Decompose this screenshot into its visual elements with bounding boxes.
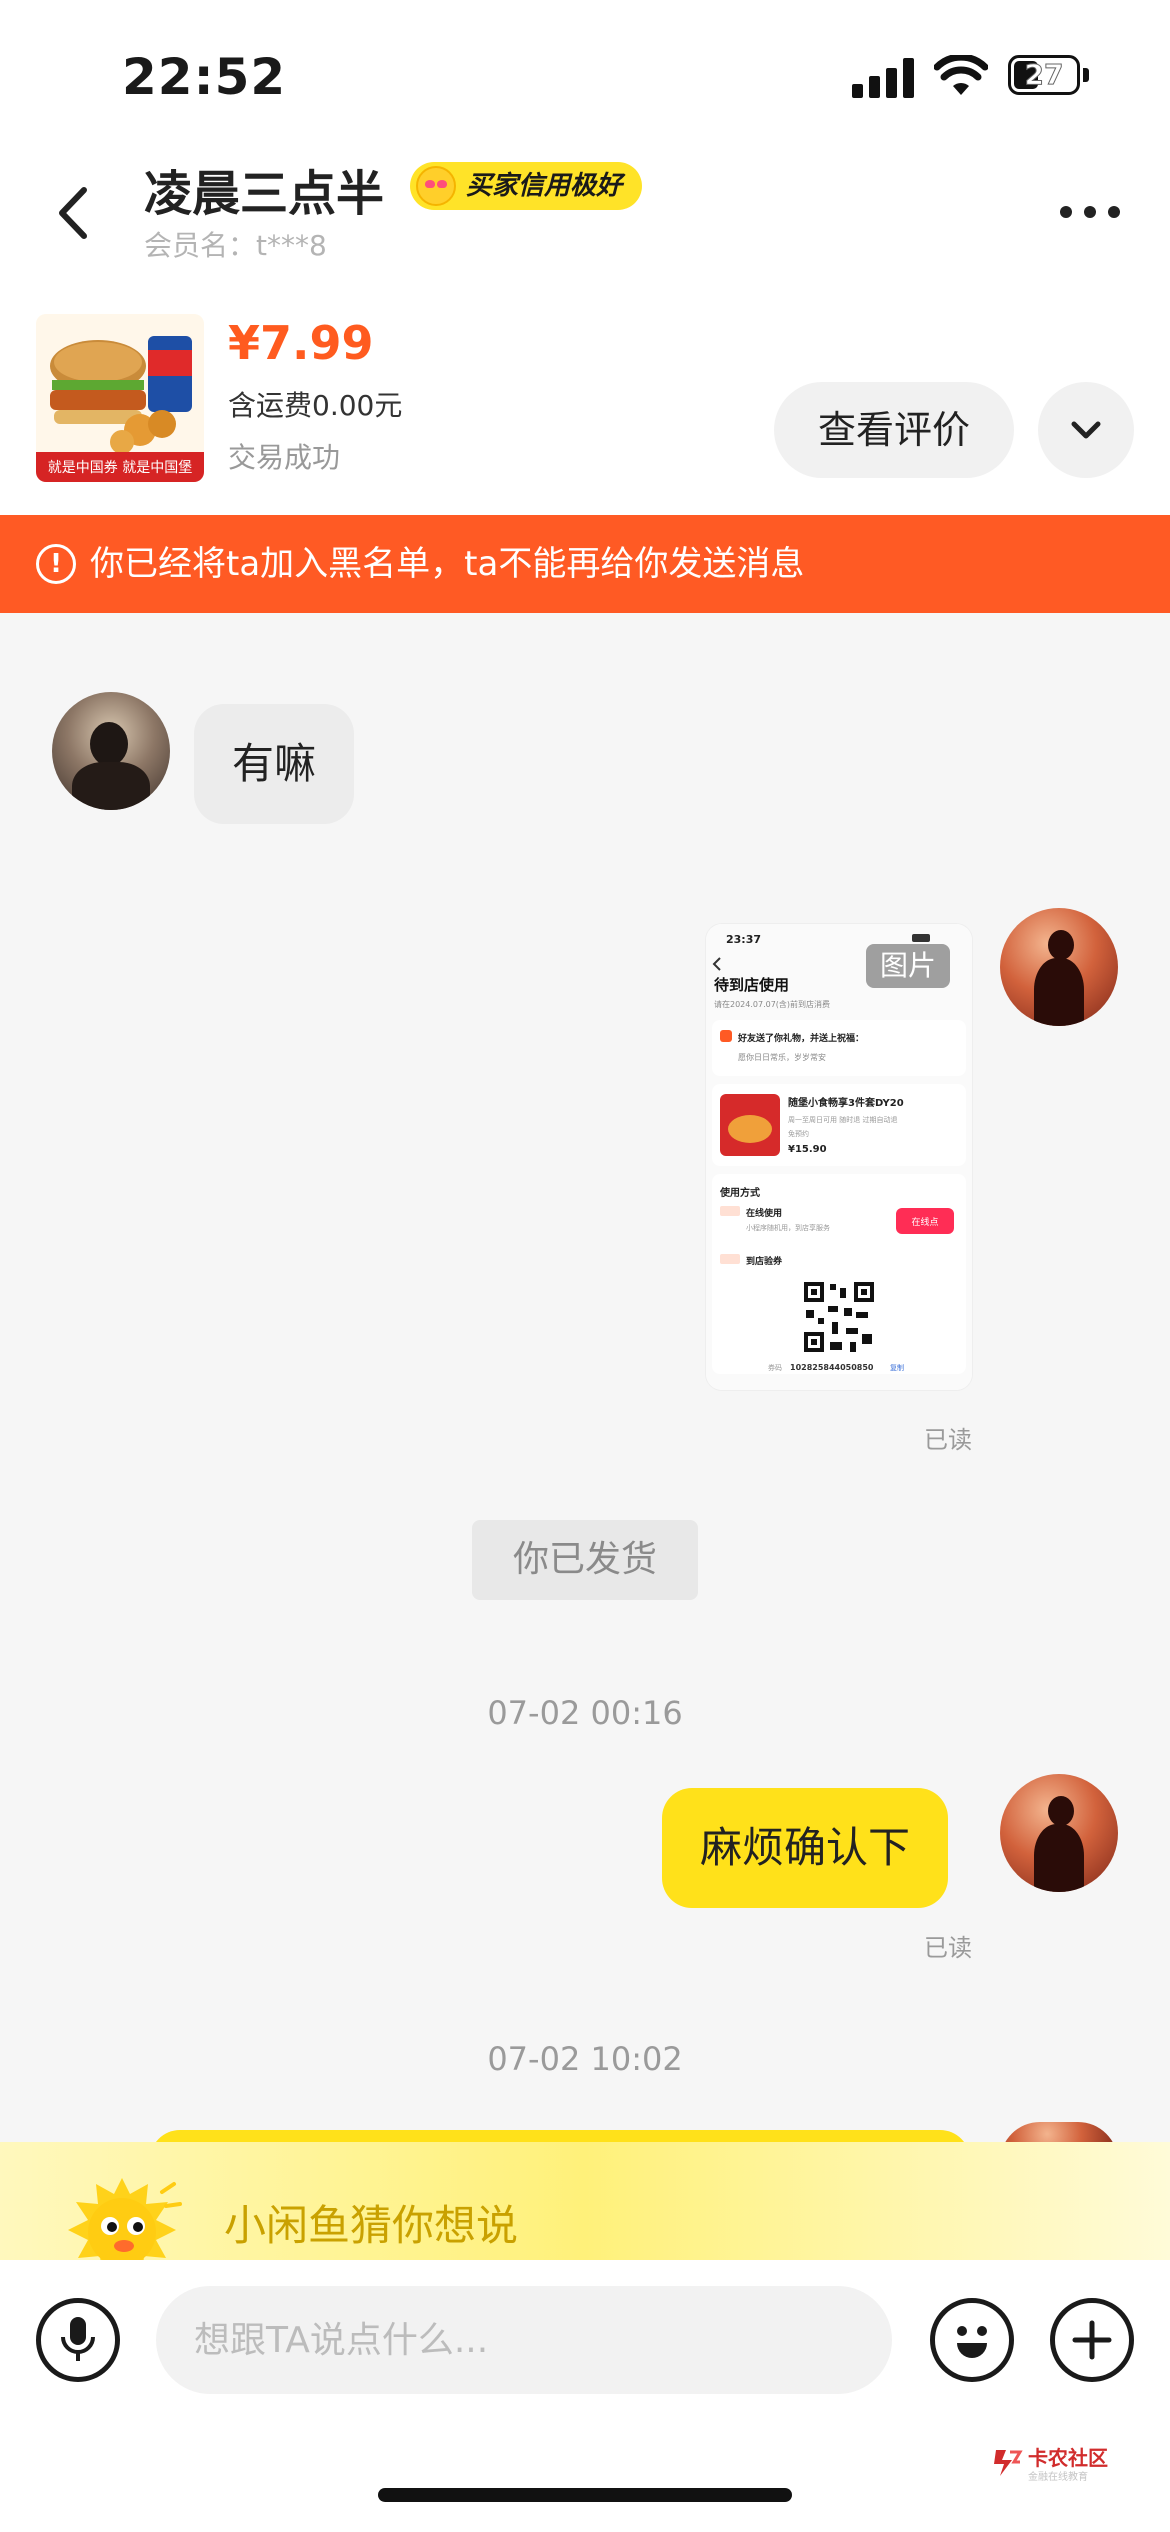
home-indicator[interactable] bbox=[378, 2488, 792, 2502]
svg-text:免预约: 免预约 bbox=[788, 1129, 809, 1138]
image-tag: 图片 bbox=[866, 944, 950, 988]
svg-text:¥15.90: ¥15.90 bbox=[788, 1144, 827, 1155]
voice-button[interactable] bbox=[36, 2298, 120, 2382]
credit-badge: 买家信用极好 bbox=[410, 162, 643, 210]
svg-text:到店验券: 到店验券 bbox=[746, 1255, 783, 1267]
plus-icon bbox=[1072, 2320, 1112, 2360]
expand-order-button[interactable] bbox=[1038, 382, 1134, 478]
svg-text:愿你日日常乐，岁岁常安: 愿你日日常乐，岁岁常安 bbox=[738, 1052, 826, 1062]
message-input[interactable] bbox=[156, 2286, 892, 2394]
battery-level: 27 bbox=[1024, 58, 1064, 92]
peer-name[interactable]: 凌晨三点半 bbox=[144, 154, 384, 224]
read-receipt: 已读 bbox=[924, 1934, 972, 1962]
image-message[interactable]: 23:37 待到店使用 请在2024.07.07(含)前到店消费 好友送了你礼物… bbox=[706, 924, 972, 1390]
shipping-fee: 含运费0.00元 bbox=[228, 389, 403, 422]
qr-code-icon bbox=[802, 1280, 876, 1354]
svg-text:102825844050850: 102825844050850 bbox=[790, 1363, 874, 1372]
my-avatar[interactable] bbox=[1000, 1774, 1118, 1892]
watermark-title: 卡农社区 bbox=[1028, 2446, 1108, 2470]
back-arrow-icon[interactable] bbox=[48, 178, 98, 248]
burger-meal-image: 就是中国券 就是中国堡 bbox=[36, 314, 204, 482]
order-price: ¥7.99 bbox=[228, 316, 374, 370]
chevron-down-icon bbox=[1071, 421, 1101, 439]
product-thumbnail[interactable]: 就是中国券 就是中国堡 bbox=[36, 314, 204, 482]
warning-icon: ! bbox=[36, 544, 76, 584]
status-bar: 22:52 27 bbox=[0, 0, 1170, 140]
order-card[interactable]: 就是中国券 就是中国堡 ¥7.99 含运费0.00元 交易成功 查看评价 bbox=[0, 290, 1170, 515]
svg-text:随堡小食畅享3件套DY20: 随堡小食畅享3件套DY20 bbox=[788, 1096, 904, 1109]
blacklist-banner: ! 你已经将ta加入黑名单，ta不能再给你发送消息 bbox=[0, 515, 1170, 613]
svg-text:23:37: 23:37 bbox=[726, 933, 761, 946]
cellular-signal-icon bbox=[852, 58, 914, 98]
more-options-icon[interactable] bbox=[1058, 200, 1122, 224]
emoji-icon bbox=[957, 2326, 987, 2358]
my-avatar[interactable] bbox=[1000, 908, 1118, 1026]
svg-text:小程序随机用，到店享服务: 小程序随机用，到店享服务 bbox=[746, 1223, 830, 1232]
trade-status: 交易成功 bbox=[228, 441, 341, 474]
svg-text:在线使用: 在线使用 bbox=[746, 1207, 782, 1219]
coupon-screenshot-image: 23:37 待到店使用 请在2024.07.07(含)前到店消费 好友送了你礼物… bbox=[706, 924, 972, 1390]
microphone-icon bbox=[61, 2317, 95, 2361]
my-message-bubble[interactable]: 麻烦确认下 bbox=[662, 1788, 949, 1908]
emoji-button[interactable] bbox=[930, 2298, 1014, 2382]
watermark: 卡农社区 金融在线教育 bbox=[990, 2442, 1110, 2488]
svg-text:使用方式: 使用方式 bbox=[719, 1186, 760, 1199]
svg-text:在线点: 在线点 bbox=[911, 1216, 938, 1228]
shipped-system-message: 你已发货 bbox=[472, 1520, 698, 1600]
heart-eyes-icon bbox=[416, 166, 456, 206]
peer-avatar[interactable] bbox=[52, 692, 170, 810]
svg-text:复制: 复制 bbox=[890, 1363, 904, 1372]
thumb-banner-text: 就是中国券 就是中国堡 bbox=[48, 460, 192, 476]
wifi-icon bbox=[934, 55, 988, 95]
svg-text:待到店使用: 待到店使用 bbox=[714, 976, 789, 994]
read-receipt: 已读 bbox=[924, 1426, 972, 1454]
blacklist-banner-text: 你已经将ta加入黑名单，ta不能再给你发送消息 bbox=[90, 544, 805, 584]
credit-badge-label: 买家信用极好 bbox=[466, 171, 623, 201]
battery-icon: 27 bbox=[1008, 55, 1080, 95]
time-separator: 07-02 10:02 bbox=[487, 2040, 683, 2078]
suggestion-text[interactable]: 小闲鱼猜你想说 bbox=[224, 2192, 518, 2253]
watermark-logo-icon bbox=[994, 2450, 1023, 2476]
more-actions-button[interactable] bbox=[1050, 2298, 1134, 2382]
svg-text:券码: 券码 bbox=[768, 1363, 782, 1372]
chat-header: 凌晨三点半 买家信用极好 会员名：t***8 bbox=[0, 140, 1170, 290]
member-name-label: 会员名：t***8 bbox=[144, 229, 327, 262]
time-separator: 07-02 00:16 bbox=[487, 1694, 683, 1732]
status-time: 22:52 bbox=[122, 48, 287, 106]
view-review-button[interactable]: 查看评价 bbox=[774, 382, 1014, 478]
peer-message-bubble[interactable]: 有嘛 bbox=[194, 704, 355, 824]
svg-text:周一至周日可用 随时退 过期自动退: 周一至周日可用 随时退 过期自动退 bbox=[788, 1115, 897, 1124]
watermark-subtitle: 金融在线教育 bbox=[1028, 2472, 1088, 2483]
svg-text:好友送了你礼物，并送上祝福：: 好友送了你礼物，并送上祝福： bbox=[737, 1032, 864, 1044]
svg-text:请在2024.07.07(含)前到店消费: 请在2024.07.07(含)前到店消费 bbox=[714, 999, 830, 1009]
